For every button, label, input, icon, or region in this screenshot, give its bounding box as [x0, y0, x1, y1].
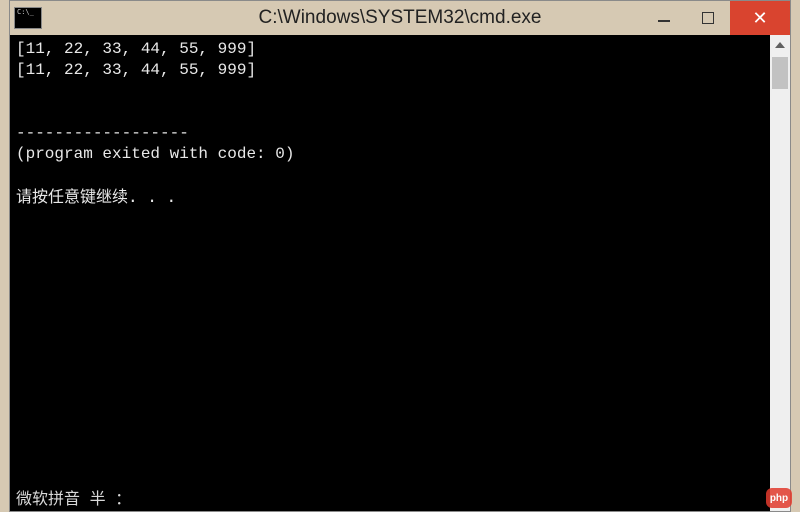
titlebar[interactable]: C:\_ C:\Windows\SYSTEM32\cmd.exe ✕ — [10, 1, 790, 35]
cmd-window: C:\_ C:\Windows\SYSTEM32\cmd.exe ✕ [11, … — [9, 0, 791, 512]
output-exit-status: (program exited with code: 0) — [16, 145, 294, 163]
minimize-button[interactable] — [642, 1, 686, 35]
scroll-up-button[interactable] — [770, 35, 790, 55]
cmd-app-icon: C:\_ — [14, 7, 42, 29]
cmd-app-icon-text: C:\_ — [17, 9, 34, 16]
terminal-content: [11, 22, 33, 44, 55, 999] [11, 22, 33, 4… — [16, 39, 764, 209]
chevron-up-icon — [775, 42, 785, 48]
terminal-output[interactable]: [11, 22, 33, 44, 55, 999] [11, 22, 33, 4… — [10, 35, 770, 511]
terminal-spacer — [16, 209, 764, 488]
close-icon: ✕ — [752, 9, 767, 27]
minimize-icon — [658, 20, 670, 22]
vertical-scrollbar[interactable] — [770, 35, 790, 511]
output-line: [11, 22, 33, 44, 55, 999] — [16, 40, 256, 58]
output-line: [11, 22, 33, 44, 55, 999] — [16, 61, 256, 79]
press-any-key-prompt: 请按任意键继续. . . — [16, 187, 176, 206]
scrollbar-thumb[interactable] — [772, 57, 788, 89]
maximize-button[interactable] — [686, 1, 730, 35]
window-controls: ✕ — [642, 1, 790, 35]
ime-status: 微软拼音 半 ： — [16, 488, 764, 509]
maximize-icon — [702, 12, 714, 24]
terminal-area: [11, 22, 33, 44, 55, 999] [11, 22, 33, 4… — [10, 35, 790, 511]
close-button[interactable]: ✕ — [730, 1, 790, 35]
output-separator: ------------------ — [16, 124, 189, 142]
